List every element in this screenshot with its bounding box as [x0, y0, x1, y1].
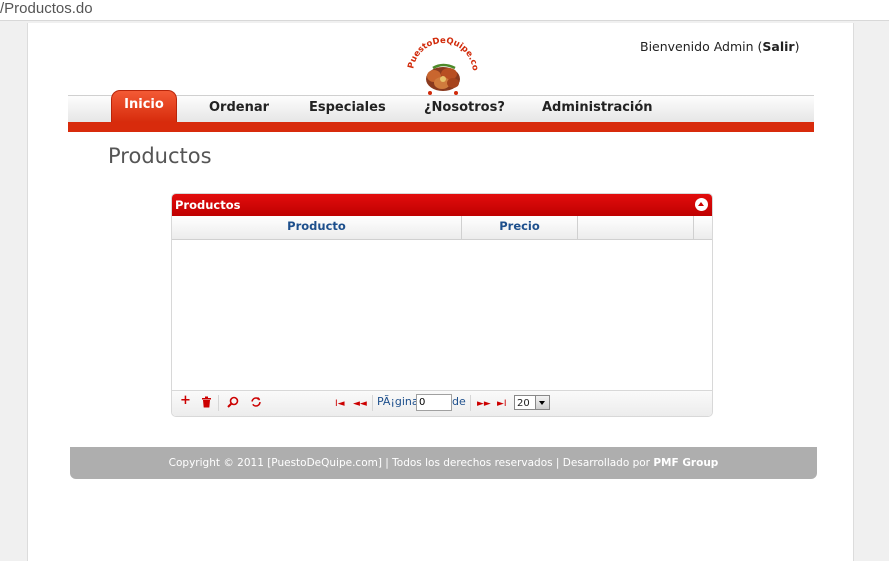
page-of-label: de: [452, 395, 466, 408]
nav-tab-especiales[interactable]: Especiales: [309, 100, 386, 115]
pager-separator: [218, 395, 219, 411]
next-page-icon[interactable]: ►►: [477, 397, 491, 411]
nav-tab-nosotros[interactable]: ¿Nosotros?: [424, 100, 505, 115]
column-header-actions[interactable]: [578, 216, 694, 239]
logo-image: PuestoDeQuipe.com: [399, 28, 480, 95]
refresh-icon[interactable]: [250, 396, 262, 412]
page-size-select[interactable]: 20: [514, 395, 550, 410]
add-icon[interactable]: +: [180, 394, 191, 408]
collapse-icon[interactable]: [695, 198, 708, 211]
grid-caption: Productos: [175, 198, 241, 212]
site-logo[interactable]: PuestoDeQuipe.com: [399, 28, 483, 97]
welcome-prefix: Bienvenido Admin (: [640, 39, 763, 54]
logout-link[interactable]: Salir: [762, 39, 794, 54]
pager-separator: [372, 395, 373, 411]
nav-tab-ordenar[interactable]: Ordenar: [209, 100, 269, 115]
page-label: PÃ¡gina: [377, 395, 419, 408]
footer-text: Copyright © 2011 [PuestoDeQuipe.com] | T…: [168, 457, 654, 469]
delete-icon[interactable]: [201, 396, 212, 412]
first-page-icon[interactable]: I◄: [335, 397, 345, 411]
url-text: /Productos.do: [0, 0, 93, 17]
site-footer: Copyright © 2011 [PuestoDeQuipe.com] | T…: [70, 447, 817, 479]
main-nav: Inicio Ordenar Especiales ¿Nosotros? Adm…: [68, 90, 814, 124]
chevron-down-icon[interactable]: [535, 396, 549, 409]
grid-pager: + I◄ ◄◄ PÃ¡gina de ►► ►I 20: [172, 391, 712, 416]
pager-separator: [470, 395, 471, 411]
grid-body: [172, 240, 712, 391]
welcome-message: Bienvenido Admin (Salir): [640, 39, 799, 54]
welcome-suffix: ): [794, 39, 800, 54]
search-icon[interactable]: [227, 396, 239, 412]
page-title: Productos: [108, 144, 212, 168]
grid-column-headers: Producto Precio: [172, 216, 712, 240]
prev-page-icon[interactable]: ◄◄: [353, 397, 367, 411]
column-header-precio[interactable]: Precio: [462, 216, 578, 239]
nav-tab-administracion[interactable]: Administración: [542, 100, 653, 115]
browser-url-bar[interactable]: /Productos.do: [0, 0, 889, 21]
footer-company: PMF Group: [653, 457, 719, 469]
page-size-value: 20: [517, 398, 530, 409]
column-header-producto[interactable]: Producto: [172, 216, 462, 239]
products-grid: Productos Producto Precio + I◄ ◄◄ PÃ¡gin…: [171, 193, 713, 417]
nav-tab-inicio[interactable]: Inicio: [111, 90, 177, 123]
page-number-input[interactable]: [416, 394, 452, 411]
nav-accent-strip: [68, 122, 814, 132]
last-page-icon[interactable]: ►I: [497, 397, 507, 411]
page-container: Bienvenido Admin (Salir) PuestoDeQuipe.c…: [27, 23, 854, 561]
grid-caption-bar: Productos: [172, 194, 712, 216]
